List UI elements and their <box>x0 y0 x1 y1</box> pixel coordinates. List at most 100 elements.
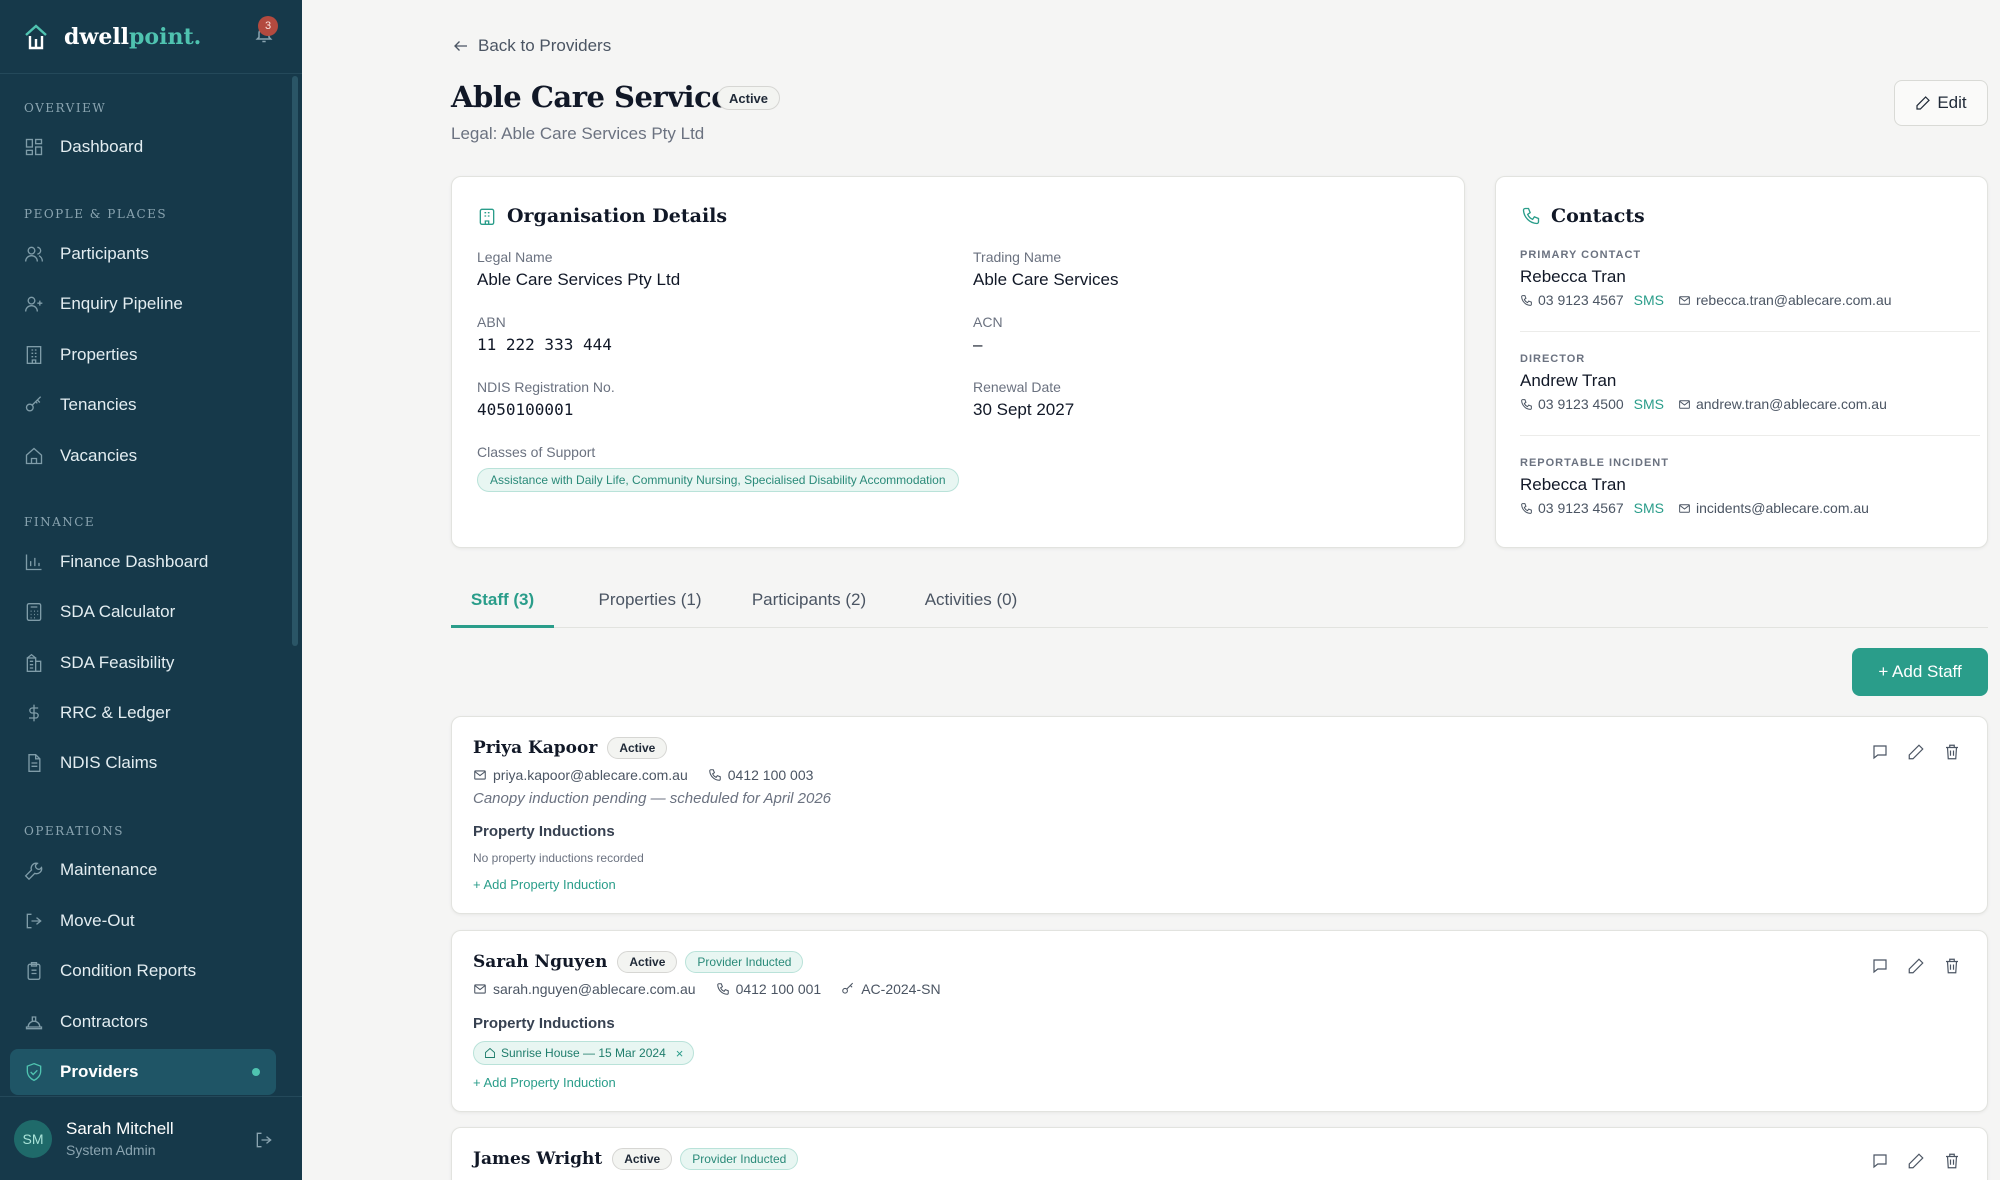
dollar-icon <box>29 704 39 722</box>
tab-staff[interactable]: Staff (3) <box>451 586 554 628</box>
staff-phone-text: 0412 100 003 <box>727 767 814 783</box>
message-icon[interactable] <box>1871 1152 1889 1170</box>
contact-phone[interactable]: 03 9123 4567 <box>1538 500 1624 516</box>
tab-properties[interactable]: Properties (1) <box>575 586 725 628</box>
sidebar-item-move-out[interactable]: Move-Out <box>10 898 276 944</box>
field-abn: ABN 11 222 333 444 <box>477 314 612 354</box>
section-overview: OVERVIEW <box>24 101 107 115</box>
sidebar: dwellpoint. 3 OVERVIEW PEOPLE & PLACES F… <box>0 0 302 1180</box>
staff-phone-text: 0412 100 001 <box>735 981 822 997</box>
contact-name: Rebecca Tran <box>1520 475 1626 494</box>
field-label: Classes of Support <box>477 444 596 460</box>
field-label: ABN <box>477 314 506 330</box>
mail-icon <box>1679 399 1690 409</box>
edit-button[interactable]: Edit <box>1894 80 1988 126</box>
contact-role: PRIMARY CONTACT <box>1520 249 1642 261</box>
sidebar-item-finance-dashboard[interactable]: Finance Dashboard <box>10 539 276 585</box>
staff-card: James Wright Active Provider Inducted <box>451 1127 1988 1180</box>
sidebar-item-vacancies[interactable]: Vacancies <box>10 433 276 479</box>
staff-key-code-text: AC-2024-SN <box>861 981 941 997</box>
sidebar-item-ndis-claims[interactable]: NDIS Claims <box>10 740 276 786</box>
contacts-card: Contacts PRIMARY CONTACT Rebecca Tran 03… <box>1495 176 1988 548</box>
contact-name: Rebecca Tran <box>1520 267 1626 286</box>
sidebar-scrollbar[interactable] <box>292 76 298 646</box>
message-icon[interactable] <box>1871 743 1889 761</box>
brand-header: dwellpoint. 3 <box>0 0 302 74</box>
sms-link[interactable]: SMS <box>1634 292 1664 308</box>
sidebar-item-participants[interactable]: Participants <box>10 231 276 277</box>
field-value: 4050100001 <box>477 400 574 419</box>
building-icon <box>26 346 42 364</box>
field-label: ACN <box>973 314 1003 330</box>
staff-phone[interactable]: 0412 100 001 <box>716 981 822 997</box>
contact-email[interactable]: rebecca.tran@ablecare.com.au <box>1696 292 1892 308</box>
status-badge: Active <box>607 737 668 759</box>
logout-icon[interactable] <box>254 1130 274 1150</box>
staff-header: James Wright Active Provider Inducted <box>473 1148 806 1170</box>
sms-link[interactable]: SMS <box>1634 500 1664 516</box>
support-class-tag: Assistance with Daily Life, Community Nu… <box>477 468 959 492</box>
staff-email[interactable]: sarah.nguyen@ablecare.com.au <box>473 981 696 997</box>
notification-count-badge: 3 <box>258 16 278 36</box>
staff-header: Sarah Nguyen Active Provider Inducted <box>473 951 811 973</box>
contact-role: DIRECTOR <box>1520 353 1586 365</box>
brand-name[interactable]: dwellpoint. <box>64 24 201 50</box>
user-role: System Admin <box>66 1142 156 1158</box>
pencil-icon[interactable] <box>1907 1152 1925 1170</box>
sidebar-item-dashboard[interactable]: Dashboard <box>10 124 276 170</box>
contact-role: REPORTABLE INCIDENT <box>1520 457 1669 469</box>
sms-link[interactable]: SMS <box>1634 396 1664 412</box>
pencil-icon[interactable] <box>1907 957 1925 975</box>
field-classes-of-support: Classes of Support Assistance with Daily… <box>477 444 959 492</box>
pencil-icon[interactable] <box>1907 743 1925 761</box>
sidebar-item-properties[interactable]: Properties <box>10 332 276 378</box>
shield-icon <box>26 1062 42 1082</box>
sidebar-item-tenancies[interactable]: Tenancies <box>10 382 276 428</box>
trash-icon[interactable] <box>1943 957 1961 975</box>
organisation-details-title: Organisation Details <box>477 205 727 227</box>
add-property-induction-link[interactable]: + Add Property Induction <box>473 1075 616 1090</box>
field-label: Trading Name <box>973 249 1062 265</box>
staff-card: Priya Kapoor Active priya.kapoor@ablecar… <box>451 716 1988 914</box>
sidebar-item-sda-calculator[interactable]: SDA Calculator <box>10 589 276 635</box>
back-link[interactable]: Back to Providers <box>452 36 611 56</box>
avatar[interactable]: SM <box>14 1119 52 1158</box>
sidebar-item-contractors[interactable]: Contractors <box>10 999 276 1045</box>
sidebar-item-condition-reports[interactable]: Condition Reports <box>10 948 276 994</box>
active-indicator-dot <box>252 1068 260 1076</box>
trash-icon[interactable] <box>1943 743 1961 761</box>
sidebar-item-maintenance[interactable]: Maintenance <box>10 847 276 893</box>
property-inductions-heading: Property Inductions <box>473 823 615 840</box>
file-icon <box>28 754 41 772</box>
back-link-label: Back to Providers <box>478 36 612 55</box>
sidebar-item-enquiry-pipeline[interactable]: Enquiry Pipeline <box>10 281 276 327</box>
staff-email[interactable]: priya.kapoor@ablecare.com.au <box>473 767 688 783</box>
contact-email[interactable]: incidents@ablecare.com.au <box>1696 500 1869 516</box>
remove-induction-icon[interactable]: × <box>676 1046 684 1061</box>
card-title-label: Contacts <box>1551 205 1645 227</box>
tab-activities[interactable]: Activities (0) <box>893 586 1049 628</box>
tab-participants[interactable]: Participants (2) <box>725 586 893 628</box>
sidebar-item-label: Finance Dashboard <box>60 552 209 571</box>
contact-phone[interactable]: 03 9123 4500 <box>1538 396 1624 412</box>
contact-director: DIRECTOR Andrew Tran 03 9123 4500 SMS an… <box>1520 353 1978 412</box>
legal-name-subtitle: Legal: Able Care Services Pty Ltd <box>451 124 705 143</box>
add-staff-button[interactable]: + Add Staff <box>1852 648 1988 696</box>
key-icon <box>842 982 854 994</box>
staff-phone[interactable]: 0412 100 003 <box>708 767 814 783</box>
sidebar-item-label: Dashboard <box>60 137 144 156</box>
message-icon[interactable] <box>1871 957 1889 975</box>
contact-phone[interactable]: 03 9123 4567 <box>1538 292 1624 308</box>
sidebar-item-label: Participants <box>60 244 149 263</box>
trash-icon[interactable] <box>1943 1152 1961 1170</box>
staff-note: Canopy induction pending — scheduled for… <box>473 790 832 807</box>
calculator-icon <box>26 603 42 621</box>
contact-email[interactable]: andrew.tran@ablecare.com.au <box>1696 396 1887 412</box>
main-content: Back to Providers Able Care Services Act… <box>302 0 2000 1180</box>
sidebar-item-providers[interactable]: Providers <box>10 1049 276 1095</box>
add-property-induction-link[interactable]: + Add Property Induction <box>473 877 616 892</box>
contact-name: Andrew Tran <box>1520 371 1617 390</box>
sidebar-item-rrc-ledger[interactable]: RRC & Ledger <box>10 690 276 736</box>
field-trading-name: Trading Name Able Care Services <box>973 249 1119 290</box>
sidebar-item-sda-feasibility[interactable]: SDA Feasibility <box>10 640 276 686</box>
